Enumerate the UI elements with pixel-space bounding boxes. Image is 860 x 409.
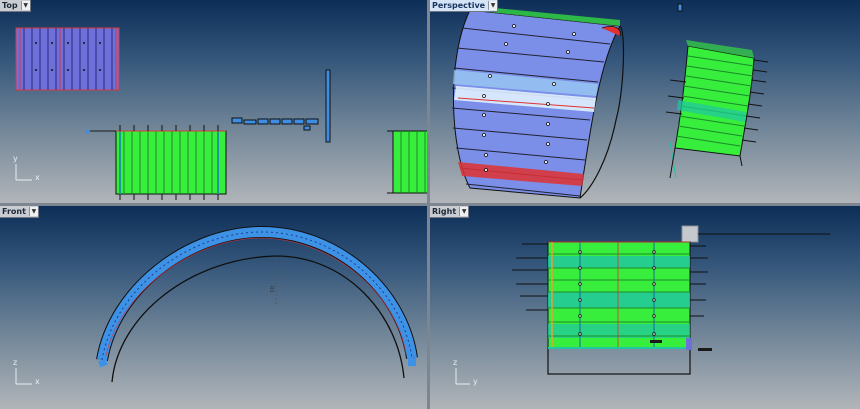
front-dimension[interactable]: R1	[268, 258, 277, 306]
viewport-perspective[interactable]: Perspective ▼	[430, 0, 860, 203]
axis-label-z: z	[13, 358, 18, 367]
viewport-tab-perspective[interactable]: Perspective ▼	[430, 0, 499, 12]
right-scene	[455, 225, 830, 385]
viewport-label: Front	[2, 207, 26, 216]
chevron-down-icon[interactable]: ▼	[28, 207, 38, 216]
front-scene: R1	[15, 225, 418, 385]
chevron-down-icon[interactable]: ▼	[459, 207, 469, 216]
perspective-green-panel[interactable]	[665, 40, 769, 179]
axis-gizmo-top	[15, 164, 32, 181]
top-panel-plan-green-partial[interactable]	[387, 130, 427, 194]
perspective-arch-shell[interactable]	[451, 6, 625, 199]
viewport-label: Perspective	[432, 1, 486, 10]
top-profile-bar[interactable]	[325, 69, 331, 143]
viewport-tab-top[interactable]: Top ▼	[0, 0, 31, 12]
viewport-tab-right[interactable]: Right ▼	[430, 206, 470, 218]
front-arch-panel[interactable]	[96, 225, 418, 368]
axis-label-y: y	[13, 154, 18, 163]
top-panel-plan-blue[interactable]	[15, 27, 120, 91]
svg-text:R1: R1	[268, 286, 274, 293]
chevron-down-icon[interactable]: ▼	[488, 1, 498, 10]
top-scene	[15, 27, 427, 200]
top-panel-plan-green[interactable]	[86, 125, 227, 200]
viewport-right[interactable]: Right ▼ y z	[430, 206, 860, 409]
top-small-pieces[interactable]	[231, 117, 319, 131]
chevron-down-icon[interactable]: ▼	[20, 1, 30, 10]
perspective-marker[interactable]	[677, 3, 683, 12]
axis-label-x: x	[35, 173, 40, 182]
right-corner-marker[interactable]	[681, 225, 699, 243]
axis-label-z: z	[453, 358, 458, 367]
axis-gizmo-right	[455, 368, 470, 385]
viewport-front[interactable]: Front ▼ R1 x z	[0, 206, 427, 409]
perspective-scene	[451, 3, 769, 199]
axis-label-x: x	[35, 377, 40, 386]
viewport-tab-front[interactable]: Front ▼	[0, 206, 39, 218]
axis-gizmo-front	[15, 368, 32, 385]
viewport-label: Top	[2, 1, 18, 10]
viewport-top[interactable]: Top ▼ x y	[0, 0, 427, 203]
viewport-label: Right	[432, 207, 457, 216]
right-panel-elevation[interactable]	[512, 241, 712, 375]
axis-label-y: y	[473, 377, 478, 386]
